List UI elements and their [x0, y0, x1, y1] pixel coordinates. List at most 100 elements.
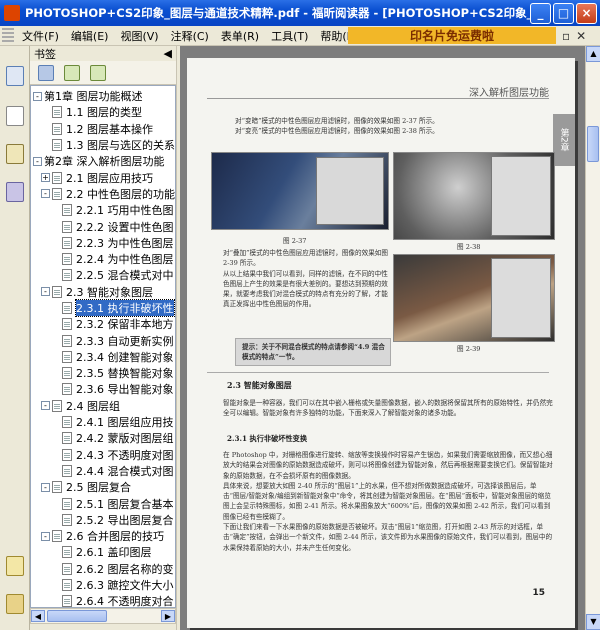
collapse-icon[interactable]: -	[41, 401, 50, 411]
restore-doc-icon[interactable]: ▫	[562, 29, 570, 43]
bookmark-label: 2.3.2 保留非本地方	[76, 318, 174, 332]
bookmarks-panel-icon[interactable]	[6, 66, 24, 86]
menu-view[interactable]: 视图(V)	[114, 28, 164, 44]
comments-panel-icon[interactable]	[6, 144, 24, 164]
collapse-icon[interactable]: -	[33, 91, 42, 101]
collapse-panel-icon[interactable]: ◀	[164, 47, 172, 60]
panel-toolbar	[30, 61, 176, 85]
bookmark-item[interactable]: 1.1 图层的类型	[31, 104, 175, 120]
scroll-left-icon[interactable]: ◀	[31, 610, 45, 622]
bookmark-item[interactable]: 1.3 图层与选区的关系	[31, 137, 175, 153]
bookmark-item[interactable]: - 2.3 智能对象图层	[31, 284, 175, 300]
bookmark-item[interactable]: 2.4.4 混合模式对图	[31, 463, 175, 479]
scroll-thumb[interactable]	[47, 610, 107, 622]
bookmark-page-icon	[62, 302, 72, 314]
expand-icon[interactable]: +	[41, 173, 50, 183]
close-button[interactable]: ×	[576, 2, 597, 24]
document-vertical-scrollbar[interactable]: ▲ ▼	[585, 46, 600, 630]
menu-edit[interactable]: 编辑(E)	[65, 28, 115, 44]
collapse-icon[interactable]: -	[33, 156, 42, 166]
page-header: 深入解析图层功能	[469, 88, 549, 99]
bookmark-item[interactable]: 2.2.3 为中性色图层	[31, 235, 175, 251]
delete-icon[interactable]	[38, 64, 54, 81]
bookmark-label: 2.3.5 替换智能对象	[76, 367, 174, 381]
paragraph-3: 智能对象是一种容器，我们可以在其中嵌入栅格或矢量图像数据，嵌入的数据将保留其所有…	[223, 399, 553, 418]
scroll-right-icon[interactable]: ▶	[161, 610, 175, 622]
bookmark-item[interactable]: 2.3.5 替换智能对象	[31, 365, 175, 381]
bookmark-label: 第1章 图层功能概述	[44, 90, 143, 104]
bookmark-item[interactable]: - 第1章 图层功能概述	[31, 88, 175, 104]
bookmark-label: 第2章 深入解析图层功能	[44, 155, 165, 169]
bookmark-item[interactable]: 2.6.1 盖印图层	[31, 544, 175, 560]
panel-title: 书签	[34, 47, 56, 61]
pages-panel-icon[interactable]	[6, 106, 24, 126]
ad-banner[interactable]: 印名片免运费啦	[348, 27, 556, 44]
bookmark-item[interactable]: 2.3.3 自动更新实例	[31, 332, 175, 348]
menu-tools[interactable]: 工具(T)	[265, 28, 314, 44]
layers-panel-icon[interactable]	[6, 182, 24, 202]
bookmark-item[interactable]: 2.2.2 设置中性色图	[31, 218, 175, 234]
bookmark-item[interactable]: 2.4.1 图层组应用技	[31, 414, 175, 430]
bookmark-label: 2.6.3 蹠控文件大小	[76, 579, 174, 593]
bookmark-item[interactable]: 2.3.1 执行非破坏性	[31, 299, 175, 317]
collapse-icon[interactable]: -	[41, 531, 50, 541]
bookmark-label: 2.5.1 图层复合基本	[76, 497, 174, 511]
collapse-icon[interactable]: -	[41, 189, 50, 199]
bookmark-item[interactable]: - 2.5 图层复合	[31, 479, 175, 495]
bookmark-item[interactable]: - 2.2 中性色图层的功能	[31, 186, 175, 202]
menu-file[interactable]: 文件(F)	[16, 28, 65, 44]
bookmark-item[interactable]: 2.5.2 导出图层复合	[31, 512, 175, 528]
bookmark-label: 2.2.1 巧用中性色图	[76, 204, 174, 218]
title-bar: PHOTOSHOP+CS2印象_图层与通道技术精粹.pdf - 福昕阅读器 - …	[0, 0, 600, 26]
bookmark-item[interactable]: 1.2 图层基本操作	[31, 121, 175, 137]
bookmark-item[interactable]: 2.4.3 不透明度对图	[31, 447, 175, 463]
bookmark-page-icon	[52, 285, 62, 298]
collapse-icon[interactable]: -	[41, 287, 50, 297]
header-divider	[207, 98, 549, 99]
bookmark-label: 2.3.3 自动更新实例	[76, 334, 174, 348]
tip-text: 提示：关于不同混合模式的特点请参阅“4.9 混合模式的特点”一节。	[242, 343, 385, 362]
minimize-button[interactable]: _	[530, 2, 551, 24]
bookmark-item[interactable]: 2.4.2 蒙版对图层组	[31, 430, 175, 446]
bookmark-label: 2.6 合并图层的技巧	[66, 530, 164, 544]
document-viewer[interactable]: 深入解析图层功能 第2章 对“变暗”模式的中性色图层应用滤镜时，图像的效果如图 …	[180, 46, 585, 630]
bookmark-item[interactable]: 2.2.4 为中性色图层	[31, 251, 175, 267]
chapter-side-tab: 第2章	[553, 114, 575, 166]
section-heading: 2.3 智能对象图层	[227, 380, 292, 390]
bookmark-item[interactable]: 2.5.1 图层复合基本	[31, 495, 175, 511]
add-bookmark-icon[interactable]	[64, 64, 80, 81]
bookmark-item[interactable]: - 2.6 合并图层的技巧	[31, 528, 175, 544]
notes-icon[interactable]	[6, 556, 24, 576]
bookmark-item[interactable]: 2.6.3 蹠控文件大小	[31, 577, 175, 593]
bookmark-item[interactable]: 2.6.4 不透明度对合	[31, 593, 175, 607]
figure-2-37-caption: 图 2-37	[283, 237, 307, 245]
scroll-up-icon[interactable]: ▲	[586, 46, 600, 62]
scroll-down-icon[interactable]: ▼	[586, 614, 600, 630]
bookmark-item[interactable]: 2.3.2 保留非本地方	[31, 316, 175, 332]
menu-comment[interactable]: 注释(C)	[165, 28, 215, 44]
bookmark-page-icon	[52, 481, 62, 494]
bookmark-page-icon	[62, 204, 72, 217]
close-doc-icon[interactable]: ✕	[576, 29, 586, 43]
maximize-button[interactable]: □	[553, 2, 574, 24]
menu-form[interactable]: 表单(R)	[215, 28, 265, 44]
bookmark-item[interactable]: 2.6.2 图层名称的变	[31, 561, 175, 577]
attachment-icon[interactable]	[6, 594, 24, 614]
window-title: PHOTOSHOP+CS2印象_图层与通道技术精粹.pdf - 福昕阅读器 - …	[25, 6, 530, 20]
bookmark-tree: - 第1章 图层功能概述 1.1 图层的类型 1.2 图层基本操作 1.3 图层与选区的…	[30, 85, 176, 608]
bookmark-item[interactable]: 2.2.5 混合模式对中	[31, 267, 175, 283]
bookmark-page-icon	[62, 253, 72, 266]
bookmark-item[interactable]: 2.2.1 巧用中性色图	[31, 202, 175, 218]
bookmark-item[interactable]: - 2.4 图层组	[31, 398, 175, 414]
bookmark-item[interactable]: 2.3.4 创建智能对象	[31, 349, 175, 365]
page-number: 15	[532, 588, 545, 598]
bookmark-label: 2.2.2 设置中性色图	[76, 220, 174, 234]
bookmark-item[interactable]: 2.3.6 导出智能对象	[31, 381, 175, 397]
collapse-icon[interactable]: -	[41, 482, 50, 492]
bookmark-item[interactable]: - 第2章 深入解析图层功能	[31, 153, 175, 169]
bookmark-item[interactable]: +2.1 图层应用技巧	[31, 169, 175, 185]
tree-horizontal-scrollbar[interactable]: ◀ ▶	[30, 608, 176, 624]
bookmark-label: 1.2 图层基本操作	[66, 122, 153, 136]
bookmark-settings-icon[interactable]	[90, 64, 106, 81]
scroll-thumb[interactable]	[587, 126, 599, 162]
